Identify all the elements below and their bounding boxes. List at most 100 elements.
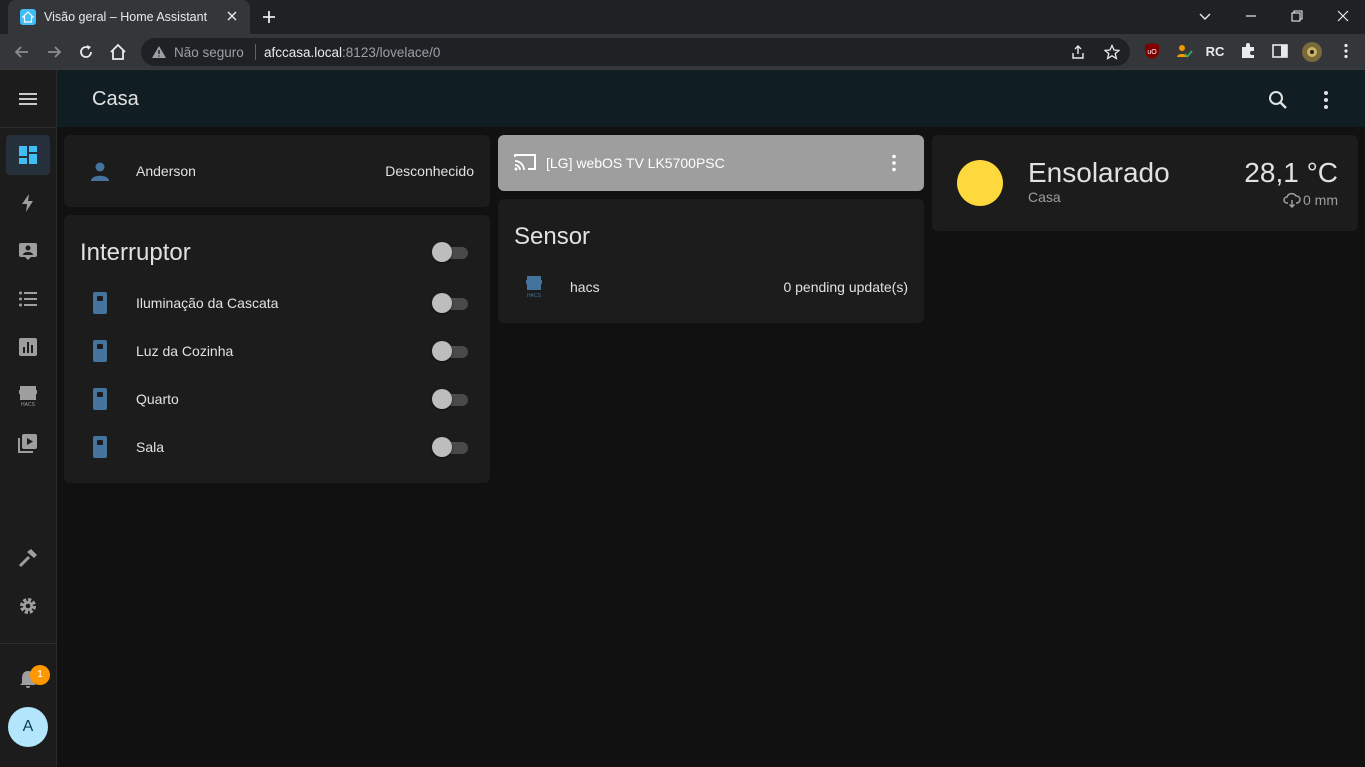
browser-menu-icon[interactable] — [1337, 42, 1355, 60]
weather-card[interactable]: Ensolarado Casa 28,1 °C 0 mm — [932, 135, 1358, 231]
switch-label: Quarto — [136, 391, 179, 407]
sidebar-item-logbook[interactable] — [6, 279, 50, 319]
new-tab-icon[interactable] — [260, 8, 278, 26]
map-icon — [19, 243, 37, 260]
sidebar-item-overview[interactable] — [6, 135, 50, 175]
sidebar-divider — [0, 643, 57, 644]
rc-extension-icon[interactable]: RC — [1206, 42, 1224, 60]
switch-toggle[interactable] — [432, 341, 468, 361]
ublock-extension-icon[interactable]: uO — [1143, 42, 1161, 60]
switch-card-title: Interruptor — [80, 239, 191, 266]
history-chart-icon — [19, 338, 37, 356]
restore-icon[interactable] — [1287, 6, 1307, 26]
hacs-icon: HACS — [19, 386, 37, 407]
sensor-value: 0 pending update(s) — [783, 279, 908, 295]
dashboard-icon — [19, 146, 37, 164]
sidebar-item-media[interactable] — [6, 423, 50, 463]
rain-cloud-icon — [1283, 192, 1301, 209]
weather-precipitation: 0 mm — [1283, 192, 1338, 209]
sidebar-divider — [0, 127, 57, 128]
weather-condition: Ensolarado — [1028, 157, 1170, 188]
switch-card: Interruptor Iluminação da Cascata Luz da… — [64, 215, 490, 483]
home-assistant-favicon-icon — [20, 9, 36, 25]
person-name: Anderson — [136, 163, 196, 179]
sidebar-item-settings[interactable] — [6, 586, 50, 626]
hacs-icon: HACS — [526, 276, 542, 299]
media-player-title: [LG] webOS TV LK5700PSC — [546, 155, 725, 171]
sidebar-menu-toggle[interactable] — [6, 79, 50, 119]
light-switch-icon — [93, 292, 107, 314]
sensor-label: hacs — [570, 279, 600, 295]
svg-text:RC: RC — [1206, 44, 1224, 59]
hammer-icon — [18, 549, 37, 568]
logbook-icon — [19, 291, 37, 307]
browser-toolbar: Não seguro afccasa.local:8123/lovelace/0… — [0, 34, 1365, 70]
weather-location: Casa — [1028, 189, 1061, 205]
notification-badge: 1 — [30, 665, 50, 685]
light-switch-icon — [93, 388, 107, 410]
light-switch-icon — [93, 340, 107, 362]
ha-header: Casa — [57, 70, 1365, 127]
home-icon[interactable] — [108, 42, 128, 62]
reload-icon[interactable] — [76, 42, 96, 62]
close-window-icon[interactable] — [1333, 6, 1353, 26]
sidebar-item-developer-tools[interactable] — [6, 538, 50, 578]
sidebar-item-map[interactable] — [6, 231, 50, 271]
forward-icon[interactable] — [44, 42, 64, 62]
search-icon[interactable] — [1266, 88, 1290, 112]
more-vert-icon[interactable] — [884, 153, 904, 173]
energy-icon — [22, 194, 33, 212]
tab-title: Visão geral – Home Assistant — [44, 10, 208, 24]
not-secure-label[interactable]: Não seguro — [174, 45, 244, 60]
hamburger-menu-icon — [19, 93, 37, 105]
sensor-card: Sensor HACS hacs 0 pending update(s) — [498, 199, 924, 323]
omnibox-separator — [255, 44, 256, 60]
address-bar[interactable]: Não seguro afccasa.local:8123/lovelace/0 — [141, 38, 1130, 66]
back-icon[interactable] — [12, 42, 32, 62]
light-switch-icon — [93, 436, 107, 458]
url-text[interactable]: afccasa.local:8123/lovelace/0 — [264, 45, 440, 60]
person-state: Desconhecido — [385, 163, 474, 179]
sidebar-item-history[interactable] — [6, 327, 50, 367]
media-control-card[interactable]: [LG] webOS TV LK5700PSC — [498, 135, 924, 191]
person-icon — [91, 162, 109, 181]
switch-label: Iluminação da Cascata — [136, 295, 279, 311]
media-play-icon — [18, 434, 37, 453]
user-avatar[interactable]: A — [8, 707, 48, 747]
precipitation-value: 0 mm — [1303, 192, 1338, 208]
switch-toggle[interactable] — [432, 437, 468, 457]
extensions-puzzle-icon[interactable] — [1239, 42, 1257, 60]
switch-toggle[interactable] — [432, 293, 468, 313]
person-card[interactable]: Anderson Desconhecido — [64, 135, 490, 207]
browser-tab[interactable]: Visão geral – Home Assistant — [8, 0, 250, 34]
weather-temperature: 28,1 °C — [1244, 157, 1338, 188]
switch-label: Luz da Cozinha — [136, 343, 234, 359]
bookmark-star-icon[interactable] — [1104, 44, 1120, 60]
side-panel-icon[interactable] — [1271, 42, 1289, 60]
minimize-icon[interactable] — [1241, 6, 1261, 26]
sensor-card-title: Sensor — [514, 223, 591, 250]
profile-avatar-icon[interactable] — [1301, 41, 1323, 63]
share-icon[interactable] — [1070, 44, 1086, 60]
switch-toggle[interactable] — [432, 389, 468, 409]
sunny-weather-icon — [957, 160, 1003, 206]
ha-sidebar: HACS 1 A — [0, 70, 57, 767]
page-title: Casa — [92, 88, 139, 110]
close-tab-icon[interactable] — [224, 8, 240, 24]
sidebar-item-energy[interactable] — [6, 183, 50, 223]
browser-tab-bar: Visão geral – Home Assistant — [0, 0, 1365, 34]
sidebar-item-hacs[interactable]: HACS — [6, 375, 50, 415]
cast-icon[interactable] — [514, 153, 536, 171]
svg-text:uO: uO — [1147, 49, 1157, 56]
svg-text:HACS: HACS — [21, 402, 36, 407]
gear-icon — [20, 598, 36, 614]
switch-label: Sala — [136, 439, 165, 455]
more-vert-icon[interactable] — [1314, 88, 1338, 112]
warning-icon[interactable] — [151, 45, 167, 59]
svg-text:HACS: HACS — [527, 293, 542, 299]
url-path: :8123/lovelace/0 — [342, 45, 441, 60]
tab-search-chevron-icon[interactable] — [1195, 6, 1215, 26]
profile-check-extension-icon[interactable] — [1175, 42, 1193, 60]
switch-card-master-toggle[interactable] — [432, 242, 468, 262]
url-host: afccasa.local — [264, 45, 343, 60]
